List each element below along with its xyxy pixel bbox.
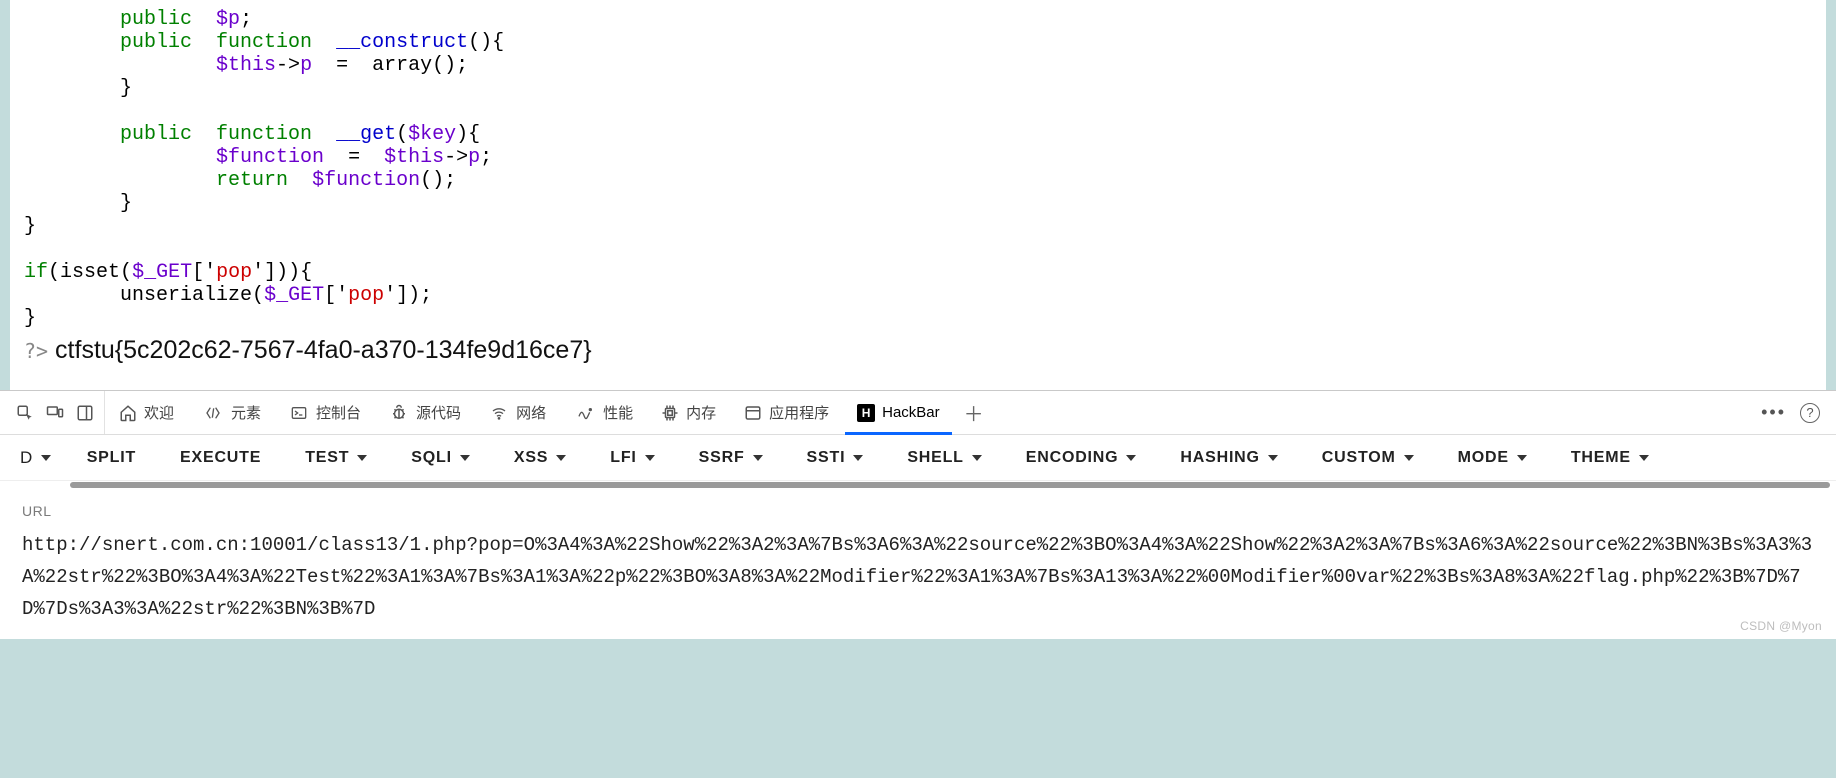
hackbar-ssti-button[interactable]: SSTI (785, 435, 886, 480)
chevron-down-icon (972, 455, 982, 461)
perf-icon (574, 405, 596, 421)
devtools-tab-性能[interactable]: 性能 (560, 391, 647, 434)
devtools-tabstrip: 欢迎 元素 控制台 源代码 网络 性能 内存 应用程序 H HackBar ＋ ••• ? (0, 391, 1836, 435)
hackbar-body: URL http://snert.com.cn:10001/class13/1.… (0, 489, 1836, 639)
brackets-icon (202, 405, 224, 421)
devtools-tab-内存[interactable]: 内存 (647, 391, 730, 434)
button-label: LFI (610, 449, 636, 467)
chevron-down-icon (1126, 455, 1136, 461)
chevron-down-icon (753, 455, 763, 461)
hackbar-toolbar: D SPLIT EXECUTE TEST SQLI XSS LFI SSRF SSTI SHELL… (0, 435, 1836, 481)
hackbar-shell-button[interactable]: SHELL (885, 435, 1003, 480)
devtools-tab-源代码[interactable]: 源代码 (375, 391, 475, 434)
php-closing-tag: ?> (24, 339, 48, 363)
flag-output-line: ?> ctfstu{5c202c62-7567-4fa0-a370-134fe9… (24, 336, 1812, 365)
chevron-down-icon (1404, 455, 1414, 461)
hackbar-sqli-button[interactable]: SQLI (389, 435, 492, 480)
chevron-down-icon (556, 455, 566, 461)
flag-value: ctfstu{5c202c62-7567-4fa0-a370-134fe9d16… (55, 336, 592, 364)
tab-label: HackBar (882, 404, 940, 421)
tab-label: 元素 (231, 402, 261, 423)
hackbar-theme-button[interactable]: THEME (1549, 435, 1671, 480)
tab-label: 控制台 (316, 402, 361, 423)
button-label: HASHING (1180, 449, 1259, 467)
tab-label: 网络 (516, 402, 546, 423)
button-label: MODE (1458, 449, 1509, 467)
button-label: ENCODING (1026, 449, 1119, 467)
button-label: XSS (514, 449, 548, 467)
help-icon[interactable]: ? (1800, 403, 1820, 423)
devtools-tab-hackbar[interactable]: H HackBar (843, 391, 954, 434)
button-label: CUSTOM (1322, 449, 1396, 467)
chevron-down-icon (1517, 455, 1527, 461)
button-label: SSRF (699, 449, 745, 467)
chevron-down-icon (853, 455, 863, 461)
button-label: SQLI (411, 449, 452, 467)
button-label: TEST (305, 449, 349, 467)
home-icon (119, 404, 137, 422)
add-tab-button[interactable]: ＋ (954, 398, 994, 427)
url-label: URL (22, 503, 1814, 519)
app-icon (744, 404, 762, 422)
button-label: SPLIT (87, 449, 136, 467)
chevron-down-icon (357, 455, 367, 461)
button-label: EXECUTE (180, 449, 261, 467)
tab-label: 源代码 (416, 402, 461, 423)
chevron-down-icon (645, 455, 655, 461)
hackbar-test-button[interactable]: TEST (283, 435, 389, 480)
hackbar-custom-button[interactable]: CUSTOM (1300, 435, 1436, 480)
devtools-tab-应用程序[interactable]: 应用程序 (730, 391, 843, 434)
console-icon (289, 405, 309, 421)
tab-label: 欢迎 (144, 402, 174, 423)
inspect-icon[interactable] (14, 402, 36, 424)
devtools-tab-元素[interactable]: 元素 (188, 391, 275, 434)
hackbar-mode-button[interactable]: MODE (1436, 435, 1549, 480)
page-content: public $p; public function __construct()… (10, 0, 1826, 390)
bug-icon (389, 404, 409, 422)
hackbar-icon: H (857, 404, 875, 422)
devtools-right-controls: ••• ? (1761, 402, 1830, 423)
hackbar-d-button[interactable]: D (6, 435, 65, 480)
device-toggle-icon[interactable] (44, 402, 66, 424)
tab-label: 内存 (686, 402, 716, 423)
hackbar-hashing-button[interactable]: HASHING (1158, 435, 1299, 480)
panel-layout-icon[interactable] (74, 402, 96, 424)
hackbar-ssrf-button[interactable]: SSRF (677, 435, 785, 480)
hackbar-xss-button[interactable]: XSS (492, 435, 588, 480)
chevron-down-icon (41, 455, 51, 461)
more-options-icon[interactable]: ••• (1761, 402, 1786, 423)
hackbar-execute-button[interactable]: EXECUTE (158, 435, 283, 480)
url-input[interactable]: http://snert.com.cn:10001/class13/1.php?… (22, 529, 1814, 625)
hackbar-split-button[interactable]: SPLIT (65, 435, 158, 480)
chevron-down-icon (460, 455, 470, 461)
chevron-down-icon (1639, 455, 1649, 461)
button-label: THEME (1571, 449, 1631, 467)
watermark: CSDN @Myon⁣ (1740, 619, 1822, 633)
tab-label: 性能 (603, 402, 633, 423)
devtools-tab-控制台[interactable]: 控制台 (275, 391, 375, 434)
php-source-code: public $p; public function __construct()… (24, 8, 1812, 330)
wifi-icon (489, 405, 509, 421)
hackbar-encoding-button[interactable]: ENCODING (1004, 435, 1159, 480)
chip-icon (661, 404, 679, 422)
tab-label: 应用程序 (769, 402, 829, 423)
devtools-tab-网络[interactable]: 网络 (475, 391, 560, 434)
devtools-tab-欢迎[interactable]: 欢迎 (105, 391, 188, 434)
chevron-down-icon (1268, 455, 1278, 461)
button-label: SSTI (807, 449, 846, 467)
hackbar-lfi-button[interactable]: LFI (588, 435, 676, 480)
hackbar-scrollbar[interactable] (0, 481, 1836, 489)
devtools-panel: 欢迎 元素 控制台 源代码 网络 性能 内存 应用程序 H HackBar ＋ ••• ? D SP… (0, 390, 1836, 639)
devtools-icon-group (6, 391, 105, 434)
button-label: SHELL (907, 449, 963, 467)
button-label: D (20, 448, 33, 468)
